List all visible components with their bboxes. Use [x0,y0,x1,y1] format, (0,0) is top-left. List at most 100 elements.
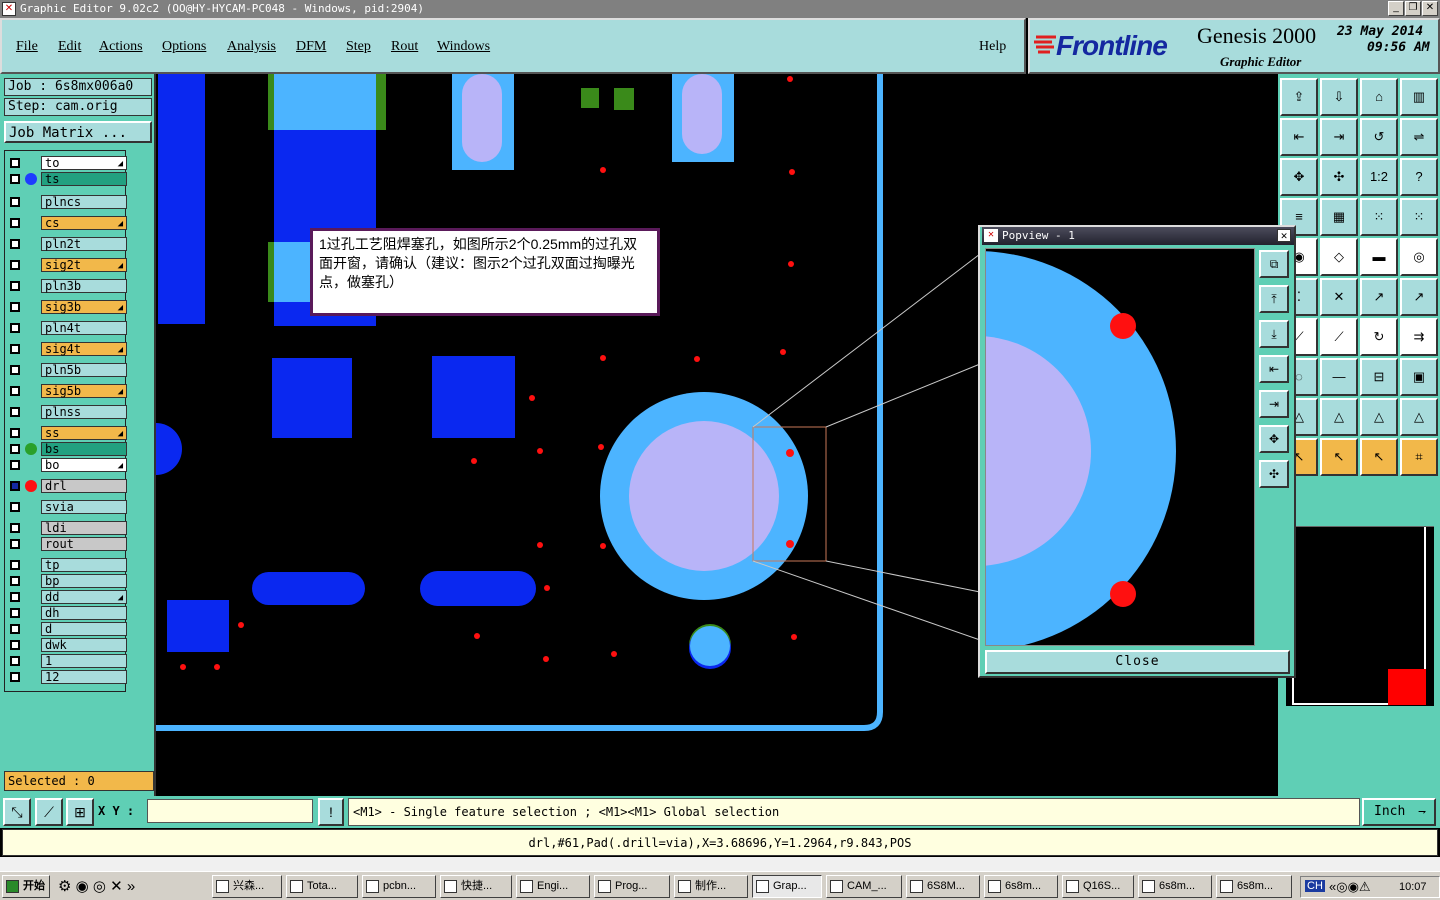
popview-down-icon[interactable]: ⤓ [1259,320,1289,348]
menu-file[interactable]: File [16,39,38,55]
target-icon[interactable]: ◎ [1400,238,1438,276]
measure-icon[interactable]: ⟋ [35,798,63,826]
layer-checkbox[interactable] [10,344,20,354]
popview-right-icon[interactable]: ⇥ [1259,390,1289,418]
help-icon[interactable]: ? [1400,158,1438,196]
pan-icon[interactable]: ✣ [1320,158,1358,196]
copy-icon[interactable]: ↗ [1400,278,1438,316]
menu-windows[interactable]: Windows [437,39,490,55]
layer-row[interactable]: sig5b ◢ [5,383,127,399]
layer-row[interactable]: to ◢ [5,155,127,171]
undo-icon[interactable]: ↺ [1360,118,1398,156]
xy-input[interactable] [147,799,313,823]
open-job-icon[interactable]: ⇪ [1280,78,1318,116]
layer-checkbox[interactable] [10,560,20,570]
save-icon[interactable]: ⇩ [1320,78,1358,116]
menu-dfm[interactable]: DFM [296,39,326,55]
layer-checkbox[interactable] [10,197,20,207]
snap-icon[interactable]: ⁙ [1360,198,1398,236]
window-icon[interactable]: ▥ [1400,78,1438,116]
layer-name[interactable]: dd ◢ [41,590,127,604]
layer-name[interactable]: dh [41,606,127,620]
menu-step[interactable]: Step [346,39,371,55]
layer-row[interactable]: dwk [5,637,127,653]
layer-checkbox[interactable] [10,260,20,270]
measure-icon[interactable]: ⊟ [1360,358,1398,396]
layer-name[interactable]: 1 [41,654,127,668]
layer-checkbox[interactable] [10,323,20,333]
layer-name[interactable]: sig3b ◢ [41,300,127,314]
pointer-icon[interactable]: ↖ [1320,438,1358,476]
grid-icon[interactable]: ⊞ [66,798,94,826]
layer-row[interactable]: 1 [5,653,127,669]
layer-name[interactable]: tp [41,558,127,572]
layer-name[interactable]: sig4t ◢ [41,342,127,356]
layer-name[interactable]: sig5b ◢ [41,384,127,398]
layer-row[interactable]: sig2t ◢ [5,257,127,273]
menu-rout[interactable]: Rout [391,39,418,55]
swap-icon[interactable]: ⇌ [1400,118,1438,156]
job-matrix-button[interactable]: Job Matrix ... [4,121,152,143]
layer-row[interactable]: pln5b [5,362,127,378]
layer-name[interactable]: svia [41,500,127,514]
unit-selector[interactable]: Inch ⇁ [1362,798,1436,826]
menu-actions[interactable]: Actions [99,39,143,55]
layer-checkbox[interactable] [10,539,20,549]
menu-help[interactable]: Help [979,39,1006,55]
tray-icons[interactable]: «◎◉⚠ [1329,879,1371,895]
arc-icon[interactable]: △ [1360,398,1398,436]
layer-checkbox[interactable] [10,672,20,682]
layer-row[interactable]: rout [5,536,127,552]
popview-zoom-in-icon[interactable]: ✥ [1259,425,1289,453]
layer-name[interactable]: sig2t ◢ [41,258,127,272]
layer-row[interactable]: cs ◢ [5,215,127,231]
next-icon[interactable]: ⇥ [1320,118,1358,156]
layer-row[interactable]: pln2t [5,236,127,252]
layer-name[interactable]: ldi [41,521,127,535]
layer-name[interactable]: ts [41,172,127,186]
layer-checkbox[interactable] [10,523,20,533]
minus-icon[interactable]: — [1320,358,1358,396]
layer-checkbox[interactable] [10,576,20,586]
layer-name[interactable]: to ◢ [41,156,127,170]
layer-name[interactable]: bo ◢ [41,458,127,472]
quicklaunch-icons[interactable]: ⚙ ◉ ◎ ✕ » [58,877,135,895]
taskbar-task[interactable]: Q16S... [1062,875,1134,898]
rotate-icon[interactable]: ↻ [1360,318,1398,356]
move-icon[interactable]: ↗ [1360,278,1398,316]
taskbar-task[interactable]: 兴森... [212,875,282,898]
net-icon[interactable]: ⌗ [1400,438,1438,476]
layer-row[interactable]: ss ◢ [5,425,127,441]
snap-alt-icon[interactable]: ⁙ [1400,198,1438,236]
zoom-fit-icon[interactable]: ✥ [1280,158,1318,196]
layer-name[interactable]: pln5b [41,363,127,377]
layer-row[interactable]: pln3b [5,278,127,294]
scale-icon[interactable]: 1:2 [1360,158,1398,196]
close-window-button[interactable]: ✕ [1422,1,1438,16]
layer-checkbox[interactable] [10,460,20,470]
taskbar-task[interactable]: 6S8M... [906,875,980,898]
menu-edit[interactable]: Edit [58,39,81,55]
layer-checkbox[interactable] [10,407,20,417]
layer-name[interactable]: cs ◢ [41,216,127,230]
layer-checkbox[interactable] [10,365,20,375]
layer-row[interactable]: bs [5,441,127,457]
layer-checkbox[interactable] [10,640,20,650]
layer-row[interactable]: tp [5,557,127,573]
layer-row[interactable]: dd ◢ [5,589,127,605]
layer-name[interactable]: pln4t [41,321,127,335]
layer-row[interactable]: sig4t ◢ [5,341,127,357]
taskbar-task[interactable]: Grap... [752,875,822,898]
layer-checkbox[interactable] [10,386,20,396]
layer-row[interactable]: d [5,621,127,637]
layer-checkbox[interactable] [10,281,20,291]
layer-name[interactable]: plncs [41,195,127,209]
layer-row[interactable]: bp [5,573,127,589]
popview-zoom-out-icon[interactable]: ✣ [1259,460,1289,488]
popview-close-button[interactable]: Close [985,650,1290,674]
taskbar-task[interactable]: 6s8m... [984,875,1058,898]
layer-checkbox[interactable] [10,428,20,438]
layer-checkbox[interactable] [10,158,20,168]
shape-tool-icon[interactable]: ◇ [1320,238,1358,276]
layer-row[interactable]: plncs [5,194,127,210]
